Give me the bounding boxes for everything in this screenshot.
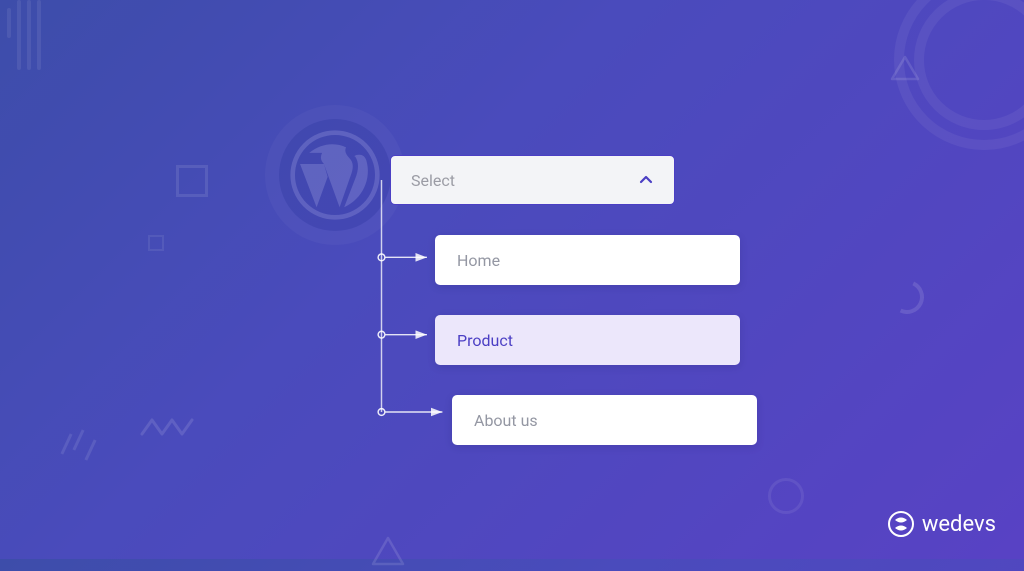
chevron-up-icon	[638, 172, 654, 188]
option-label: Product	[457, 331, 513, 350]
decorative-lines	[5, 0, 45, 80]
decorative-slashes	[65, 429, 115, 469]
option-label: About us	[474, 411, 538, 430]
decorative-triangle-top	[890, 55, 920, 81]
select-label: Select	[411, 171, 455, 190]
decorative-triangle-bottom	[370, 535, 406, 567]
dropdown-option-home[interactable]: Home	[435, 235, 740, 285]
decorative-circle	[768, 478, 804, 514]
decorative-arc	[885, 275, 929, 319]
dropdown-option-product[interactable]: Product	[435, 315, 740, 365]
decorative-square-small	[148, 235, 164, 251]
brand-name: wedevs	[922, 512, 996, 537]
decorative-zigzag	[140, 414, 200, 444]
brand-logo: wedevs	[888, 511, 996, 537]
wedevs-icon	[888, 511, 914, 537]
dropdown-option-about[interactable]: About us	[452, 395, 757, 445]
wordpress-logo	[265, 105, 405, 245]
option-label: Home	[457, 251, 500, 270]
decorative-square	[176, 165, 208, 197]
select-dropdown[interactable]: Select	[390, 155, 675, 205]
